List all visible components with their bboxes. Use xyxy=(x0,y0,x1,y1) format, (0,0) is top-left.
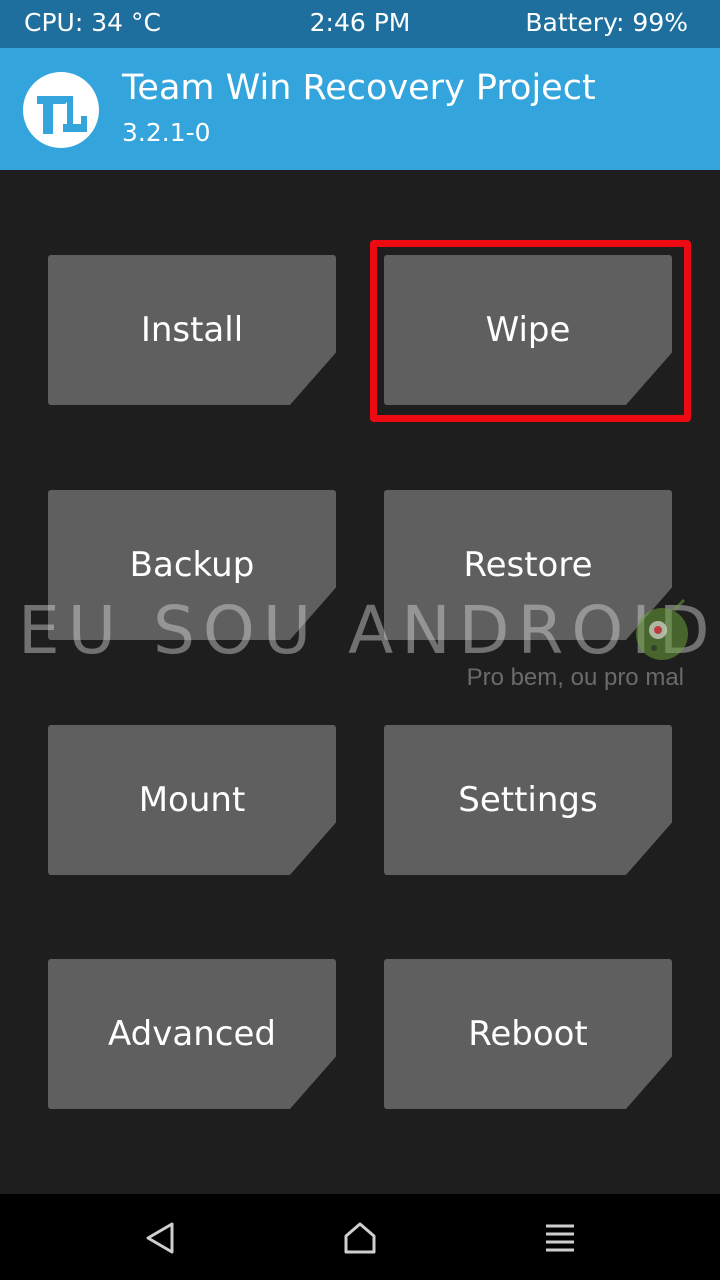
advanced-button[interactable]: Advanced xyxy=(48,959,336,1109)
mount-label: Mount xyxy=(138,780,246,820)
back-triangle-icon[interactable] xyxy=(140,1216,184,1260)
menu-lines-icon[interactable] xyxy=(538,1216,582,1260)
app-version: 3.2.1-0 xyxy=(122,118,211,147)
restore-label: Restore xyxy=(463,545,593,585)
navigation-bar xyxy=(0,1194,720,1280)
watermark-tagline: Pro bem, ou pro mal xyxy=(466,664,684,691)
app-header: Team Win Recovery Project 3.2.1-0 xyxy=(0,48,720,170)
status-bar: CPU: 34 °C 2:46 PM Battery: 99% xyxy=(0,0,720,48)
home-icon[interactable] xyxy=(338,1216,382,1260)
backup-button[interactable]: Backup xyxy=(48,490,336,640)
twrp-main-screen: CPU: 34 °C 2:46 PM Battery: 99% Team Win… xyxy=(0,0,720,1280)
settings-label: Settings xyxy=(458,780,598,820)
advanced-label: Advanced xyxy=(108,1014,276,1054)
wipe-button[interactable]: Wipe xyxy=(384,255,672,405)
install-label: Install xyxy=(140,310,244,350)
settings-button[interactable]: Settings xyxy=(384,725,672,875)
mount-button[interactable]: Mount xyxy=(48,725,336,875)
app-title: Team Win Recovery Project xyxy=(122,68,596,108)
battery-level: Battery: 99% xyxy=(525,8,688,37)
backup-label: Backup xyxy=(129,545,255,585)
install-button[interactable]: Install xyxy=(48,255,336,405)
wipe-label: Wipe xyxy=(485,310,571,350)
reboot-label: Reboot xyxy=(468,1014,588,1054)
restore-button[interactable]: Restore xyxy=(384,490,672,640)
reboot-button[interactable]: Reboot xyxy=(384,959,672,1109)
twrp-logo-icon xyxy=(23,72,99,148)
